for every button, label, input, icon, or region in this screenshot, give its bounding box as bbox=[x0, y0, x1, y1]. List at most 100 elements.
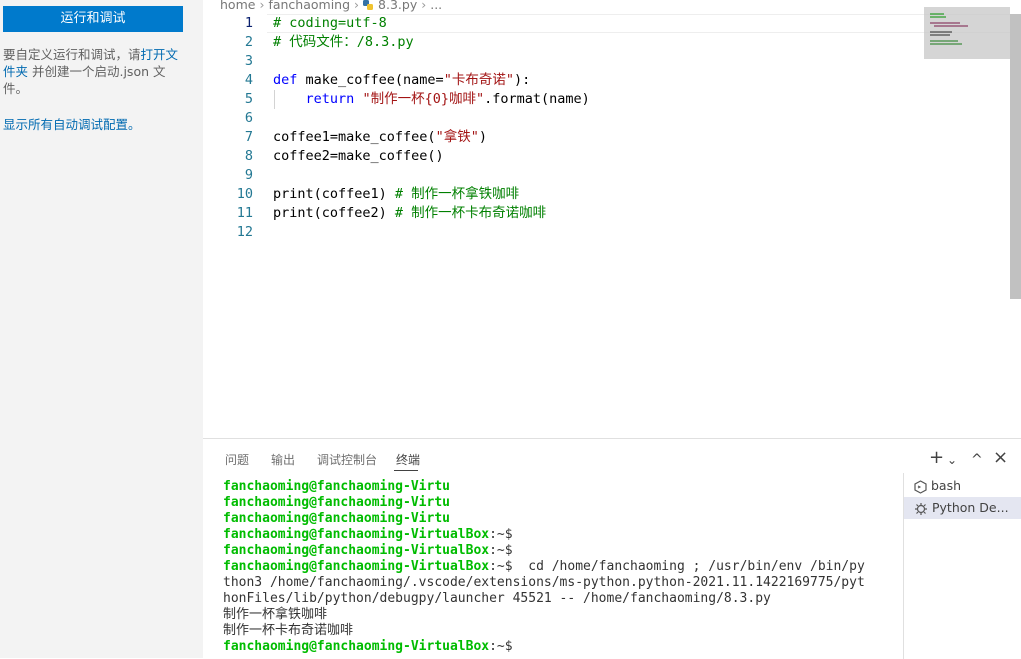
code-line[interactable]: coffee1=make_coffee("拿铁") bbox=[273, 128, 487, 147]
code-token: ): bbox=[513, 72, 531, 88]
breadcrumb-folder[interactable]: fanchaoming bbox=[268, 0, 350, 12]
chevron-down-icon[interactable]: ⌄ bbox=[947, 450, 957, 470]
chevron-right-icon: › bbox=[354, 0, 360, 12]
debug-icon bbox=[915, 502, 927, 515]
close-panel-icon[interactable]: × bbox=[993, 448, 1008, 468]
code-token: coffee2=make_coffee() bbox=[273, 148, 444, 164]
breadcrumb-home[interactable]: home bbox=[220, 0, 255, 12]
code-token: "拿铁" bbox=[435, 129, 479, 145]
description-suffix: 并创建一个启动.json 文件。 bbox=[3, 64, 166, 96]
run-and-debug-button[interactable]: 运行和调试 bbox=[3, 6, 183, 32]
code-token: make_coffee(name= bbox=[297, 72, 444, 88]
code-line[interactable]: print(coffee1) # 制作一杯拿铁咖啡 bbox=[273, 185, 519, 204]
line-number: 2 bbox=[244, 34, 253, 50]
breadcrumb-symbols[interactable]: ... bbox=[430, 0, 442, 12]
terminal-line: fanchaoming@fanchaoming-Virtu bbox=[223, 495, 888, 511]
terminal-line: honFiles/lib/python/debugpy/launcher 455… bbox=[223, 591, 888, 607]
code-token: print(coffee2) bbox=[273, 205, 395, 221]
code-line[interactable]: return "制作一杯{0}咖啡".format(name) bbox=[273, 90, 590, 109]
terminal-line: thon3 /home/fanchaoming/.vscode/extensio… bbox=[223, 575, 888, 591]
code-token: # coding=utf-8 bbox=[273, 15, 387, 31]
chevron-right-icon: › bbox=[259, 0, 265, 12]
terminal-prompt: fanchaoming@fanchaoming-VirtualBox bbox=[223, 559, 490, 574]
terminal-line: 制作一杯拿铁咖啡 bbox=[223, 607, 888, 623]
code-token: def bbox=[273, 72, 298, 88]
tab-terminal[interactable]: 终端 bbox=[396, 451, 420, 468]
line-number: 11 bbox=[236, 205, 253, 221]
terminal-item-label: Python De... bbox=[932, 500, 1009, 515]
new-terminal-icon[interactable]: + bbox=[929, 448, 944, 468]
line-number: 4 bbox=[244, 72, 253, 88]
breadcrumb: home › fanchaoming › 8.3.py ›... bbox=[220, 0, 442, 12]
maximize-panel-icon[interactable]: ^ bbox=[971, 450, 983, 470]
show-all-debug-configs-link[interactable]: 显示所有自动调试配置。 bbox=[3, 114, 141, 133]
code-line[interactable]: # coding=utf-8 bbox=[273, 14, 387, 33]
line-number: 5 bbox=[244, 91, 253, 107]
line-number: 9 bbox=[244, 167, 253, 183]
chevron-right-icon: › bbox=[421, 0, 427, 12]
line-number: 1 bbox=[244, 15, 253, 31]
vertical-scrollbar[interactable] bbox=[1010, 14, 1021, 299]
code-token: .format(name) bbox=[484, 91, 590, 107]
sidebar-description: 要自定义运行和调试，请打开文件夹 并创建一个启动.json 文件。 bbox=[3, 46, 185, 97]
code-line[interactable]: print(coffee2) # 制作一杯卡布奇诺咖啡 bbox=[273, 204, 546, 223]
terminal-text: :~$ bbox=[489, 639, 513, 654]
terminal-text: 制作一杯卡布奇诺咖啡 bbox=[223, 623, 354, 638]
terminal-item-bash[interactable]: bash bbox=[904, 475, 1021, 497]
code-token: "卡布奇诺" bbox=[443, 72, 514, 88]
terminal-item-python-debug[interactable]: Python De... bbox=[904, 497, 1021, 519]
terminal-prompt: fanchaoming@fanchaoming-Virtu bbox=[223, 495, 450, 510]
terminal-prompt: fanchaoming@fanchaoming-Virtu bbox=[223, 511, 450, 526]
terminal-prompt: fanchaoming@fanchaoming-VirtualBox bbox=[223, 527, 490, 542]
terminal-icon bbox=[914, 479, 927, 494]
terminal-line: fanchaoming@fanchaoming-VirtualBox:~$ bbox=[223, 527, 888, 543]
terminal-text: honFiles/lib/python/debugpy/launcher 455… bbox=[223, 591, 771, 606]
run-debug-sidebar: 运行和调试 要自定义运行和调试，请打开文件夹 并创建一个启动.json 文件。 … bbox=[0, 0, 203, 658]
code-line[interactable]: coffee2=make_coffee() bbox=[273, 147, 444, 166]
terminal-text: thon3 /home/fanchaoming/.vscode/extensio… bbox=[223, 575, 865, 590]
terminal-item-label: bash bbox=[931, 478, 962, 493]
terminal-prompt: fanchaoming@fanchaoming-Virtu bbox=[223, 479, 450, 494]
tab-debug-console[interactable]: 调试控制台 bbox=[317, 451, 377, 468]
terminal-text: 制作一杯拿铁咖啡 bbox=[223, 607, 328, 622]
terminal-prompt: fanchaoming@fanchaoming-VirtualBox bbox=[223, 543, 490, 558]
terminal-line: fanchaoming@fanchaoming-VirtualBox:~$ cd… bbox=[223, 559, 888, 575]
terminal-line: 制作一杯卡布奇诺咖啡 bbox=[223, 623, 888, 639]
active-tab-indicator bbox=[394, 470, 418, 471]
line-number: 3 bbox=[244, 53, 253, 69]
terminal-line: fanchaoming@fanchaoming-VirtualBox:~$ bbox=[223, 639, 888, 655]
line-number: 10 bbox=[236, 186, 253, 202]
code-line[interactable]: def make_coffee(name="卡布奇诺"): bbox=[273, 71, 530, 90]
tab-output[interactable]: 输出 bbox=[271, 451, 295, 468]
python-file-icon bbox=[363, 0, 374, 10]
code-token: # 代码文件：/8.3.py bbox=[273, 34, 414, 50]
code-token: coffee1=make_coffee( bbox=[273, 129, 436, 145]
code-token: # 制作一杯拿铁咖啡 bbox=[394, 186, 520, 202]
terminal-line: fanchaoming@fanchaoming-Virtu bbox=[223, 511, 888, 527]
terminal-list: bash Python De... bbox=[903, 473, 1021, 659]
bottom-panel: 问题 输出 调试控制台 终端 + ⌄ ^ × fanchaoming@fanch… bbox=[203, 438, 1021, 659]
code-line[interactable]: # 代码文件：/8.3.py bbox=[273, 33, 414, 52]
code-editor[interactable]: home › fanchaoming › 8.3.py ›... 1 2 3 4 5 6 7 8 9 10 1… bbox=[203, 0, 1021, 438]
breadcrumb-file[interactable]: 8.3.py bbox=[378, 0, 417, 12]
terminal-text: :~$ bbox=[489, 527, 513, 542]
tab-problems[interactable]: 问题 bbox=[225, 451, 249, 468]
terminal-line: fanchaoming@fanchaoming-Virtu bbox=[223, 479, 888, 495]
line-number: 6 bbox=[244, 110, 253, 126]
code-token: return bbox=[305, 91, 355, 107]
code-token: "制作一杯{0}咖啡" bbox=[362, 91, 485, 107]
code-token: print(coffee1) bbox=[273, 186, 395, 202]
terminal-prompt: fanchaoming@fanchaoming-VirtualBox bbox=[223, 639, 490, 654]
terminal-text: :~$ bbox=[489, 543, 513, 558]
terminal-text: :~$ cd /home/fanchaoming ; /usr/bin/env … bbox=[489, 559, 865, 574]
line-number: 8 bbox=[244, 148, 253, 164]
terminal-line: fanchaoming@fanchaoming-VirtualBox:~$ bbox=[223, 543, 888, 559]
terminal-output[interactable]: fanchaoming@fanchaoming-Virtu fanchaoming… bbox=[223, 479, 888, 655]
description-prefix: 要自定义运行和调试，请 bbox=[3, 47, 141, 62]
panel-actions: + ⌄ ^ × bbox=[921, 448, 1021, 470]
code-token: ) bbox=[478, 129, 487, 145]
line-number: 12 bbox=[236, 224, 253, 240]
code-token: # 制作一杯卡布奇诺咖啡 bbox=[394, 205, 547, 221]
minimap[interactable] bbox=[924, 7, 1010, 59]
